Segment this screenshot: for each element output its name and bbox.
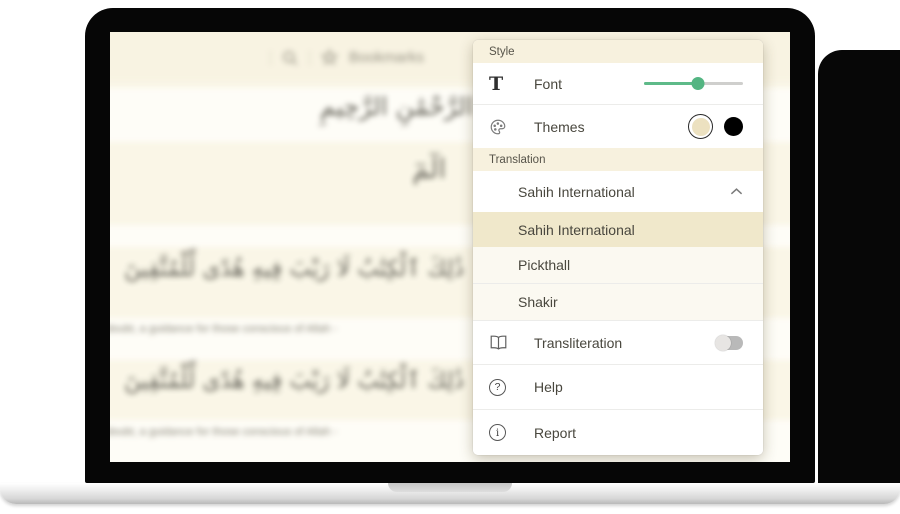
verse-arabic: الٓمٓ: [412, 154, 446, 185]
translation-option-sahih-international[interactable]: Sahih International: [473, 212, 763, 247]
verse-arabic: ذَٰلِكَ ٱلْكِتَٰبُ لَا رَيْبَ فِيهِ هُدً…: [164, 368, 464, 394]
style-section-header: Style: [473, 40, 763, 63]
verse-arabic: ذَٰلِكَ ٱلْكِتَٰبُ لَا رَيْبَ فِيهِ هُدً…: [164, 256, 464, 282]
help-row[interactable]: ? Help: [473, 364, 763, 409]
slider-thumb[interactable]: [692, 77, 705, 90]
slider-fill: [644, 82, 698, 85]
search-icon[interactable]: [281, 49, 299, 67]
star-icon[interactable]: [320, 48, 339, 67]
translation-dropdown[interactable]: Sahih International: [473, 171, 763, 212]
font-size-row: T Font: [473, 63, 763, 104]
translation-option-pickthall[interactable]: Pickthall: [473, 247, 763, 283]
cropped-device-edge: [818, 50, 900, 483]
laptop-base-notch: [388, 483, 512, 492]
theme-dark-swatch[interactable]: [724, 117, 743, 136]
verse-translation: doubt, a guidance for those conscious of…: [110, 426, 337, 438]
toggle-knob: [715, 335, 731, 351]
page: Bookmarks بِسْمِ اللَّهِ الرَّحْمَٰنِ ال…: [0, 0, 900, 514]
transliteration-toggle[interactable]: [716, 336, 743, 350]
chevron-up-icon: [730, 187, 743, 196]
verse-translation: doubt, a guidance for those conscious of…: [110, 323, 337, 335]
transliteration-row: Transliteration: [473, 320, 763, 364]
theme-light-swatch[interactable]: [688, 114, 713, 139]
report-label: Report: [534, 425, 576, 441]
font-label: Font: [534, 76, 562, 92]
settings-panel: Style T Font: [473, 40, 763, 455]
info-icon: i: [489, 424, 506, 441]
transliteration-label: Transliteration: [534, 335, 622, 351]
font-icon: T: [489, 73, 503, 95]
translation-section-header: Translation: [473, 148, 763, 171]
open-book-icon: [489, 334, 508, 351]
toolbar-divider: [309, 50, 310, 66]
help-icon: ?: [489, 379, 506, 396]
help-label: Help: [534, 379, 563, 395]
theme-light-swatch-fill: [692, 118, 710, 136]
palette-icon: [489, 118, 507, 136]
themes-row: Themes: [473, 104, 763, 148]
translation-option-shakir[interactable]: Shakir: [473, 283, 763, 320]
themes-label: Themes: [534, 119, 585, 135]
laptop-screen: Bookmarks بِسْمِ اللَّهِ الرَّحْمَٰنِ ال…: [110, 32, 790, 462]
toolbar-divider: [270, 50, 271, 66]
bookmarks-button[interactable]: Bookmarks: [349, 49, 424, 66]
translation-dropdown-value: Sahih International: [518, 184, 635, 200]
font-size-slider[interactable]: [644, 77, 743, 90]
report-row[interactable]: i Report: [473, 409, 763, 455]
